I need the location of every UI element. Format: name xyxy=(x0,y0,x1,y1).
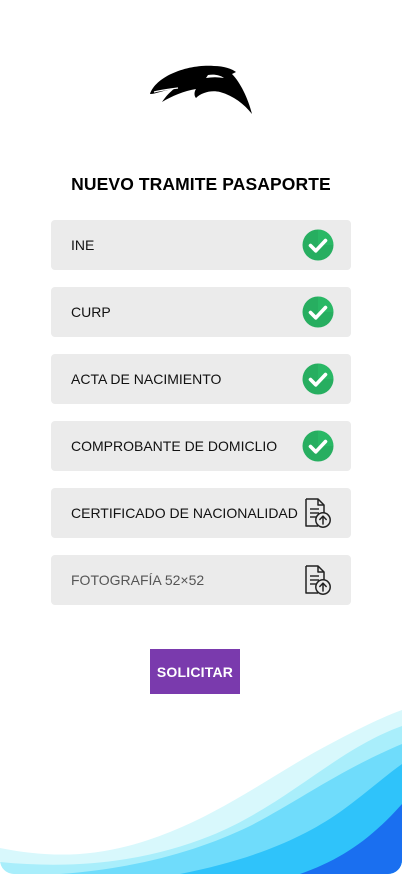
document-label: CERTIFICADO DE NACIONALIDAD xyxy=(71,505,298,521)
document-row-fotografia[interactable]: FOTOGRAFÍA 52×52 xyxy=(51,555,351,605)
check-circle-icon xyxy=(302,430,334,462)
screen: NUEVO TRAMITE PASAPORTE INE CURP ACTA DE… xyxy=(0,0,402,874)
document-row-comprobante-domicilio[interactable]: COMPROBANTE DE DOMICLIO xyxy=(51,421,351,471)
document-label: INE xyxy=(71,237,95,253)
wave-decoration xyxy=(0,710,402,874)
check-circle-icon xyxy=(302,296,334,328)
document-row-curp[interactable]: CURP xyxy=(51,287,351,337)
dolphin-logo xyxy=(150,65,252,114)
document-label: COMPROBANTE DE DOMICLIO xyxy=(71,438,278,454)
document-label: CURP xyxy=(71,304,111,320)
document-list: INE CURP ACTA DE NACIMIENTO COMPROBANTE … xyxy=(51,220,351,622)
document-label: ACTA DE NACIMIENTO xyxy=(71,371,222,387)
solicitar-button[interactable]: SOLICITAR xyxy=(150,649,240,694)
file-upload-icon[interactable] xyxy=(301,564,333,596)
document-label: FOTOGRAFÍA 52×52 xyxy=(71,572,205,588)
check-circle-icon xyxy=(302,363,334,395)
check-circle-icon xyxy=(302,229,334,261)
page-title: NUEVO TRAMITE PASAPORTE xyxy=(71,174,331,194)
document-row-acta-nacimiento[interactable]: ACTA DE NACIMIENTO xyxy=(51,354,351,404)
document-row-certificado-nacionalidad[interactable]: CERTIFICADO DE NACIONALIDAD xyxy=(51,488,351,538)
document-row-ine[interactable]: INE xyxy=(51,220,351,270)
file-upload-icon[interactable] xyxy=(301,497,333,529)
